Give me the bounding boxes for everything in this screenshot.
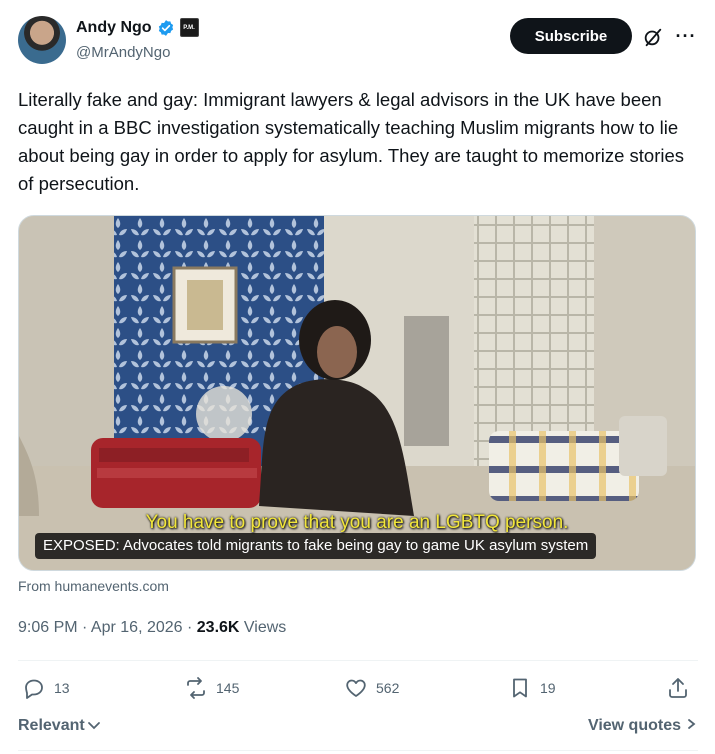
- share-button[interactable]: [666, 676, 690, 700]
- share-icon: [669, 678, 687, 698]
- tweet-text: Literally fake and gay: Immigrant lawyer…: [18, 89, 685, 194]
- like-button[interactable]: 562: [344, 676, 399, 700]
- avatar[interactable]: [18, 16, 66, 64]
- sort-relevant-dropdown[interactable]: Relevant: [18, 717, 101, 735]
- media-caption: EXPOSED: Advocates told migrants to fake…: [35, 533, 597, 559]
- media-card[interactable]: You have to prove that you are an LGBTQ …: [18, 215, 696, 571]
- divider: [18, 660, 698, 661]
- view-quotes-link[interactable]: View quotes: [588, 717, 697, 735]
- display-name[interactable]: Andy Ngo: [76, 19, 152, 37]
- more-icon[interactable]: ···: [674, 24, 698, 48]
- divider: [18, 750, 698, 751]
- reply-icon: [25, 679, 43, 699]
- bookmark-count: 19: [540, 680, 556, 696]
- repost-icon: [187, 677, 205, 699]
- tweet-meta: 9:06 PM · Apr 16, 2026 · 23.6K Views: [18, 619, 286, 637]
- link-source[interactable]: From humanevents.com: [18, 578, 169, 594]
- reply-count: 13: [54, 680, 70, 696]
- timestamp[interactable]: 9:06 PM · Apr 16, 2026 ·: [18, 619, 197, 636]
- repost-button[interactable]: 145: [184, 676, 239, 700]
- grok-icon[interactable]: [642, 26, 664, 48]
- heart-icon: [346, 679, 366, 697]
- tweet-header: Andy Ngo P.M. @MrAndyNgo Subscribe ···: [18, 14, 698, 70]
- bookmark-icon: [513, 678, 527, 698]
- action-bar: 13 145 562 19: [18, 676, 698, 706]
- sort-label: Relevant: [18, 717, 85, 734]
- chevron-right-icon: [688, 719, 696, 729]
- video-subtitle: You have to prove that you are an LGBTQ …: [145, 512, 569, 533]
- like-count: 562: [376, 680, 400, 696]
- reply-button[interactable]: 13: [22, 676, 70, 700]
- bookmark-button[interactable]: 19: [508, 676, 556, 700]
- repost-count: 145: [216, 680, 240, 696]
- views-label: Views: [239, 619, 287, 636]
- chevron-down-icon: [87, 722, 100, 730]
- view-quotes-label: View quotes: [587, 717, 681, 734]
- affiliation-badge[interactable]: P.M.: [179, 18, 199, 37]
- views-count: 23.6K: [196, 619, 240, 636]
- subscribe-button[interactable]: Subscribe: [510, 18, 632, 54]
- verified-badge-icon: [158, 19, 173, 36]
- name-line: Andy Ngo P.M.: [76, 18, 199, 37]
- handle[interactable]: @MrAndyNgo: [76, 44, 170, 61]
